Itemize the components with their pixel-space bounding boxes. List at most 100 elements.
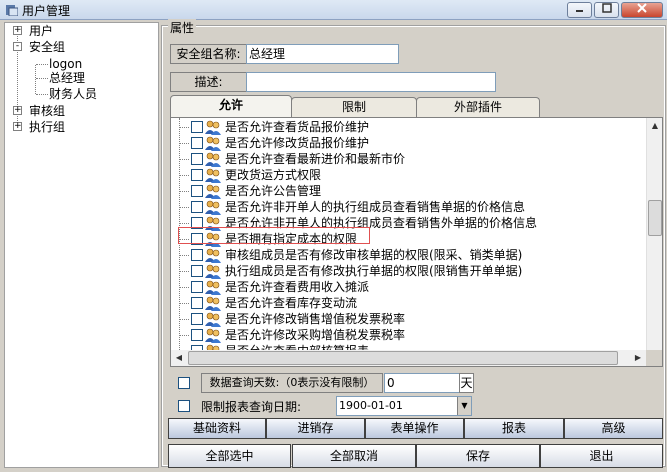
tree-line bbox=[36, 64, 48, 65]
users-icon bbox=[205, 328, 221, 343]
save-button[interactable]: 保存 bbox=[416, 444, 540, 468]
limit-date-checkbox[interactable] bbox=[178, 400, 190, 412]
users-icon bbox=[205, 312, 221, 327]
close-button[interactable] bbox=[621, 2, 663, 18]
tree-line bbox=[179, 207, 189, 208]
tree-line bbox=[179, 191, 189, 192]
users-icon bbox=[205, 296, 221, 311]
collapse-icon[interactable]: - bbox=[13, 42, 22, 51]
chevron-down-icon[interactable]: ▼ bbox=[457, 397, 471, 415]
tree-node-general-manager[interactable]: 总经理 bbox=[49, 70, 85, 86]
permission-label: 是否允许修改销售增值税发票税率 bbox=[225, 312, 406, 326]
permission-label: 是否允许修改货品报价维护 bbox=[225, 136, 370, 150]
tree-line bbox=[36, 78, 48, 79]
group-name-label: 安全组名称: bbox=[170, 44, 247, 64]
tree-line bbox=[179, 271, 189, 272]
query-days-label: 数据查询天数:（0表示没有限制） bbox=[201, 373, 383, 393]
tree-node-label: 财务人员 bbox=[49, 87, 98, 101]
tree-line bbox=[35, 65, 36, 94]
users-icon bbox=[205, 168, 221, 183]
users-icon bbox=[205, 280, 221, 295]
permission-label: 是否允许公告管理 bbox=[225, 184, 322, 198]
permission-checkbox[interactable] bbox=[191, 265, 203, 277]
permission-checkbox[interactable] bbox=[191, 281, 203, 293]
permission-checkbox[interactable] bbox=[191, 313, 203, 325]
tree-line bbox=[179, 143, 189, 144]
horizontal-scrollbar[interactable]: ◀ ▶ bbox=[171, 350, 646, 366]
tree-line bbox=[179, 287, 189, 288]
permission-label: 更改货运方式权限 bbox=[225, 168, 322, 182]
permission-label: 是否允许修改采购增值税发票税率 bbox=[225, 328, 406, 342]
permission-label: 审核组成员是否有修改审核单据的权限(限采、销类单据) bbox=[225, 248, 523, 262]
minimize-icon bbox=[575, 10, 583, 12]
permission-label: 是否允许查看库存变动流 bbox=[225, 296, 358, 310]
scroll-thumb[interactable] bbox=[188, 351, 618, 365]
users-icon bbox=[205, 152, 221, 167]
users-icon bbox=[205, 184, 221, 199]
window-title: 用户管理 bbox=[22, 4, 71, 18]
scroll-up-icon[interactable]: ▲ bbox=[647, 118, 663, 134]
properties-group-title: 属性 bbox=[168, 19, 197, 36]
users-icon bbox=[205, 120, 221, 135]
users-icon bbox=[205, 200, 221, 215]
query-days-checkbox[interactable] bbox=[178, 377, 190, 389]
tree-line bbox=[179, 335, 189, 336]
users-icon bbox=[205, 264, 221, 279]
expand-icon[interactable]: + bbox=[13, 26, 22, 35]
permission-checkbox[interactable] bbox=[191, 185, 203, 197]
close-icon bbox=[637, 3, 647, 13]
permission-checkbox[interactable] bbox=[191, 297, 203, 309]
selected-item-outline bbox=[178, 227, 370, 244]
tree-node-label: 审核组 bbox=[29, 104, 66, 118]
tab-restrict[interactable]: 限制 bbox=[291, 97, 417, 117]
expand-icon[interactable]: + bbox=[13, 122, 22, 131]
permission-checkbox[interactable] bbox=[191, 201, 203, 213]
permission-checkbox[interactable] bbox=[191, 169, 203, 181]
select-all-button[interactable]: 全部选中 bbox=[168, 444, 291, 468]
tab-external-plugins[interactable]: 外部插件 bbox=[416, 97, 540, 117]
group-name-input[interactable]: 总经理 bbox=[246, 44, 399, 64]
advanced-button[interactable]: 高级 bbox=[564, 418, 663, 439]
group-tree[interactable]: + 用户 - 安全组 logon 总经理 财务人员 + 审核组 + 执行组 bbox=[4, 22, 159, 468]
tree-node-finance-staff[interactable]: 财务人员 bbox=[49, 86, 97, 102]
vertical-scrollbar[interactable]: ▲ ▼ bbox=[646, 118, 662, 366]
query-days-unit: 天 bbox=[459, 373, 474, 393]
tree-line bbox=[179, 319, 189, 320]
permission-checkbox[interactable] bbox=[191, 329, 203, 341]
permission-checkbox[interactable] bbox=[191, 153, 203, 165]
reports-button[interactable]: 报表 bbox=[464, 418, 564, 439]
description-label: 描述: bbox=[170, 72, 247, 92]
restore-button[interactable] bbox=[594, 2, 619, 18]
exit-button[interactable]: 退出 bbox=[540, 444, 663, 468]
minimize-button[interactable] bbox=[567, 2, 592, 18]
permission-label: 是否允许查看货品报价维护 bbox=[225, 120, 370, 134]
scroll-left-icon[interactable]: ◀ bbox=[171, 350, 187, 366]
basic-data-button[interactable]: 基础资料 bbox=[168, 418, 266, 439]
tree-line bbox=[179, 303, 189, 304]
scroll-thumb[interactable] bbox=[648, 200, 662, 236]
restore-icon bbox=[601, 3, 612, 13]
tab-allow[interactable]: 允许 bbox=[170, 95, 292, 118]
permission-checkbox[interactable] bbox=[191, 137, 203, 149]
tree-line bbox=[179, 127, 189, 128]
tree-node-label: 执行组 bbox=[29, 120, 66, 134]
limit-date-value: 1900-01-01 bbox=[339, 399, 403, 412]
tree-node-label: 用户 bbox=[29, 24, 54, 38]
description-input[interactable] bbox=[246, 72, 496, 92]
inventory-button[interactable]: 进销存 bbox=[266, 418, 365, 439]
permission-label: 是否允许查看费用收入摊派 bbox=[225, 280, 370, 294]
deselect-all-button[interactable]: 全部取消 bbox=[292, 444, 416, 468]
users-icon bbox=[205, 248, 221, 263]
permission-checkbox[interactable] bbox=[191, 249, 203, 261]
form-operations-button[interactable]: 表单操作 bbox=[365, 418, 464, 439]
permission-checkbox[interactable] bbox=[191, 121, 203, 133]
permission-label: 执行组成员是否有修改执行单据的权限(限销售开单单据) bbox=[225, 264, 523, 278]
query-days-input[interactable]: 0 bbox=[384, 373, 460, 393]
tree-line bbox=[179, 223, 189, 224]
tree-line bbox=[179, 255, 189, 256]
limit-date-picker[interactable]: 1900-01-01 ▼ bbox=[336, 396, 472, 416]
app-icon bbox=[6, 5, 18, 16]
tree-node-label: logon bbox=[49, 57, 83, 71]
expand-icon[interactable]: + bbox=[13, 106, 22, 115]
scroll-right-icon[interactable]: ▶ bbox=[630, 350, 646, 366]
